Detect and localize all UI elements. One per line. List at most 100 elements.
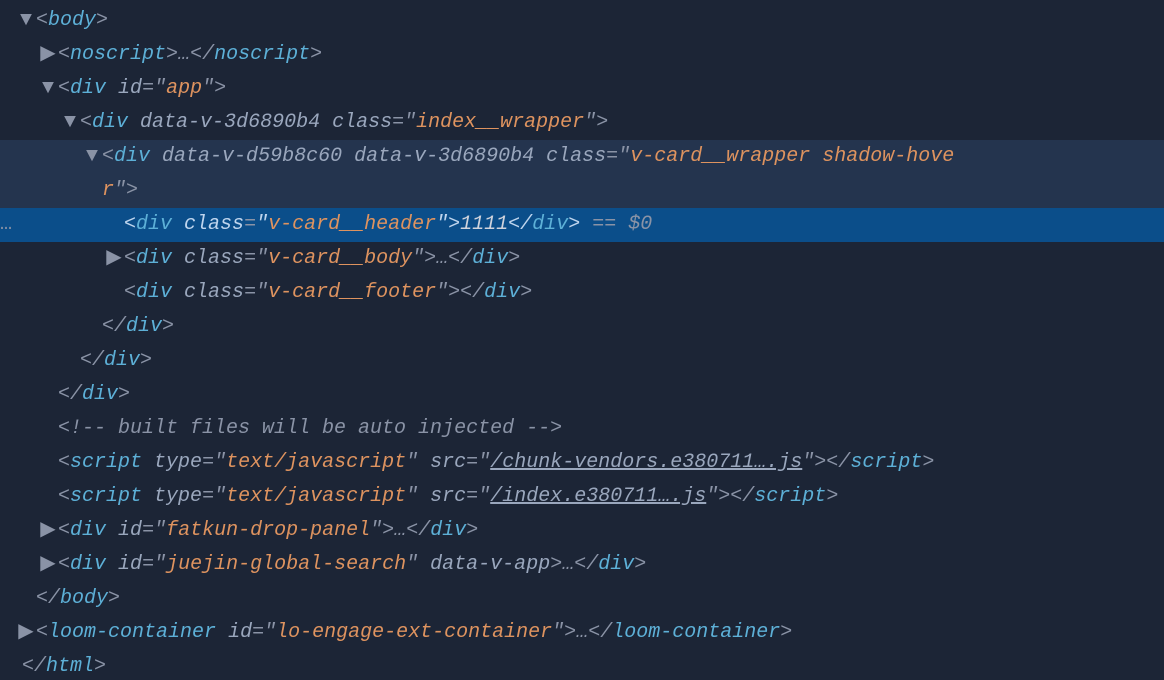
dom-node-row[interactable]: ▶<noscript>…</noscript> [0,38,1164,72]
token-ang: > [780,621,792,644]
token-d0r: == $0 [580,213,652,236]
token-ang: </ [58,383,82,406]
token-ang: " [256,213,268,236]
token-str: v-card__header [268,213,436,236]
node-content[interactable]: <script type="text/javascript" src="/ind… [58,480,838,514]
token-eq: = [202,451,214,474]
dom-node-row[interactable]: ▶<div id="juejin-global-search" data-v-a… [0,548,1164,582]
token-ang: > [814,451,826,474]
node-content[interactable]: </div> [102,310,174,344]
dom-node-row[interactable]: ▶<div id="fatkun-drop-panel">…</div> [0,514,1164,548]
node-content[interactable]: r"> [102,174,138,208]
caret-right-icon[interactable]: ▶ [18,616,34,650]
token-eq: = [244,213,256,236]
token-str: text/javascript [226,485,406,508]
token-ang: " [478,451,490,474]
node-content[interactable]: <div data-v-d59b8c60 data-v-3d6890b4 cla… [102,140,954,174]
token-ang: > [382,519,394,542]
token-ang: < [36,621,48,644]
node-content[interactable]: <div id="app"> [58,72,226,106]
token-eq: = [392,111,404,134]
token-tag: div [484,281,520,304]
dom-node-row[interactable]: </div> [0,344,1164,378]
dom-node-row[interactable]: r"> [0,174,1164,208]
node-content[interactable]: <div id="fatkun-drop-panel">…</div> [58,514,478,548]
token-tag: div [70,553,106,576]
token-ang: " [214,451,226,474]
dom-node-row[interactable]: </html> [0,650,1164,680]
token-txt [418,451,430,474]
token-tag: noscript [214,43,310,66]
dom-node-row[interactable]: ▼<div data-v-d59b8c60 data-v-3d6890b4 cl… [0,140,1164,174]
dom-node-row[interactable]: ▼<div data-v-3d6890b4 class="index__wrap… [0,106,1164,140]
node-content[interactable]: </body> [36,582,120,616]
node-content[interactable]: </html> [22,650,106,680]
caret-none [4,650,20,680]
dom-node-row[interactable]: <script type="text/javascript" src="/chu… [0,446,1164,480]
token-ang: > [214,77,226,100]
token-ang: " [154,77,166,100]
dom-node-row[interactable]: ▼<body> [0,4,1164,38]
token-txt [106,77,118,100]
token-tag: div [92,111,128,134]
node-content[interactable]: <noscript>…</noscript> [58,38,322,72]
token-str: lo-engage-ext-container [276,621,552,644]
token-attrname: class [184,213,244,236]
caret-down-icon[interactable]: ▼ [62,106,78,140]
token-tag: div [598,553,634,576]
dom-node-selected[interactable]: … <div class="v-card__header">1111</div>… [0,208,1164,242]
node-content[interactable]: </div> [80,344,152,378]
token-ang: </ [22,655,46,678]
token-attrname: data-v-app [430,553,550,576]
token-ang: </ [588,621,612,644]
node-content[interactable]: <div class="v-card__body">…</div> [124,242,520,276]
dom-node-row[interactable]: <!-- built files will be auto injected -… [0,412,1164,446]
token-ang: " [436,281,448,304]
caret-right-icon[interactable]: ▶ [40,514,56,548]
node-content[interactable]: <loom-container id="lo-engage-ext-contai… [36,616,792,650]
caret-right-icon[interactable]: ▶ [40,38,56,72]
token-attrname: class [184,247,244,270]
token-ang: < [124,281,136,304]
dom-node-row[interactable]: ▼<div id="app"> [0,72,1164,106]
caret-down-icon[interactable]: ▼ [84,140,100,174]
token-eq: = [142,77,154,100]
token-cmt: <!-- built files will be auto injected -… [58,417,562,440]
dom-node-row[interactable]: ▶<div class="v-card__body">…</div> [0,242,1164,276]
token-ell: … [436,247,448,270]
dom-node-row[interactable]: </div> [0,310,1164,344]
dom-node-row[interactable]: <div class="v-card__footer"></div> [0,276,1164,310]
caret-right-icon[interactable]: ▶ [106,242,122,276]
token-ell: … [576,621,588,644]
dom-node-row[interactable]: ▶<loom-container id="lo-engage-ext-conta… [0,616,1164,650]
token-attrname: class [332,111,392,134]
token-tag: script [754,485,826,508]
token-ang: > [140,349,152,372]
token-tag: loom-container [48,621,216,644]
dom-node-row[interactable]: </div> [0,378,1164,412]
token-ang: " [406,485,418,508]
token-str: fatkun-drop-panel [166,519,370,542]
node-content[interactable]: <div id="juejin-global-search" data-v-ap… [58,548,646,582]
node-content[interactable]: <div class="v-card__header">1111</div> =… [124,208,652,242]
caret-none [40,480,56,514]
token-ang: " [404,111,416,134]
node-content[interactable]: <div class="v-card__footer"></div> [124,276,532,310]
dom-node-row[interactable]: <script type="text/javascript" src="/ind… [0,480,1164,514]
dom-node-row[interactable]: </body> [0,582,1164,616]
token-str: juejin-global-search [166,553,406,576]
node-content[interactable]: <div data-v-3d6890b4 class="index__wrapp… [80,106,608,140]
token-txt [418,553,430,576]
caret-right-icon[interactable]: ▶ [40,548,56,582]
node-content[interactable]: </div> [58,378,130,412]
caret-down-icon[interactable]: ▼ [40,72,56,106]
caret-down-icon[interactable]: ▼ [18,4,34,38]
dom-tree-panel[interactable]: ▼<body>▶<noscript>…</noscript>▼<div id="… [0,0,1164,680]
node-content[interactable]: <!-- built files will be auto injected -… [58,412,562,446]
node-content[interactable]: <script type="text/javascript" src="/chu… [58,446,934,480]
token-ang: " [706,485,718,508]
token-ell: … [562,553,574,576]
token-ang: < [102,145,114,168]
token-str: text/javascript [226,451,406,474]
node-content[interactable]: <body> [36,4,108,38]
